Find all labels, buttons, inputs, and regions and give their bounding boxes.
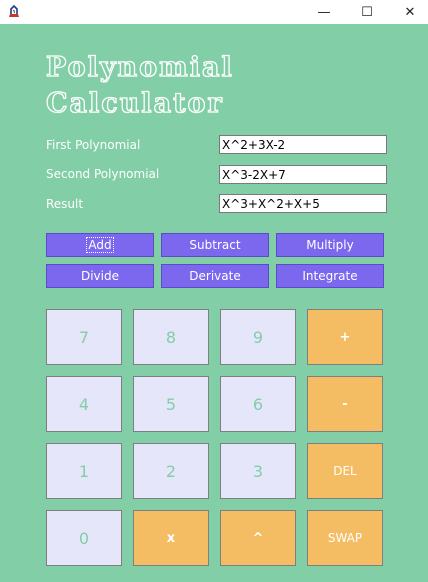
- multiply-button[interactable]: Multiply: [276, 233, 384, 257]
- key-9[interactable]: 9: [220, 309, 296, 365]
- divide-button[interactable]: Divide: [46, 264, 154, 288]
- key-swap[interactable]: SWAP: [307, 510, 383, 566]
- key-minus[interactable]: -: [307, 376, 383, 432]
- derivate-button[interactable]: Derivate: [161, 264, 269, 288]
- add-button[interactable]: Add: [46, 233, 154, 257]
- key-delete[interactable]: DEL: [307, 443, 383, 499]
- key-variable-x[interactable]: x: [133, 510, 209, 566]
- key-6[interactable]: 6: [220, 376, 296, 432]
- minimize-button[interactable]: —: [301, 0, 347, 24]
- add-button-label: Add: [86, 237, 114, 253]
- app-title: Polynomial Calculator: [45, 51, 234, 119]
- key-plus[interactable]: +: [307, 309, 383, 365]
- calculator-panel: Polynomial Calculator First Polynomial S…: [0, 24, 428, 582]
- key-5[interactable]: 5: [133, 376, 209, 432]
- window-title-bar: — ☐ ✕: [0, 0, 428, 24]
- result-label: Result: [46, 197, 84, 211]
- subtract-button[interactable]: Subtract: [161, 233, 269, 257]
- first-polynomial-label: First Polynomial: [46, 138, 141, 152]
- maximize-button[interactable]: ☐: [344, 0, 390, 24]
- key-1[interactable]: 1: [46, 443, 122, 499]
- result-output[interactable]: [219, 194, 387, 213]
- key-power[interactable]: ^: [220, 510, 296, 566]
- close-button[interactable]: ✕: [387, 0, 428, 24]
- key-8[interactable]: 8: [133, 309, 209, 365]
- key-3[interactable]: 3: [220, 443, 296, 499]
- key-0[interactable]: 0: [46, 510, 122, 566]
- key-7[interactable]: 7: [46, 309, 122, 365]
- java-app-icon: [9, 4, 19, 17]
- second-polynomial-input[interactable]: [219, 165, 387, 184]
- first-polynomial-input[interactable]: [219, 135, 387, 154]
- key-4[interactable]: 4: [46, 376, 122, 432]
- second-polynomial-label: Second Polynomial: [46, 167, 160, 181]
- integrate-button[interactable]: Integrate: [276, 264, 384, 288]
- key-2[interactable]: 2: [133, 443, 209, 499]
